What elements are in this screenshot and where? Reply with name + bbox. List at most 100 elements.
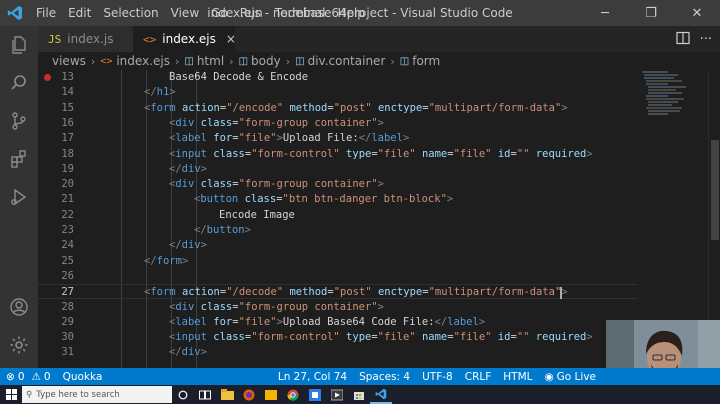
extensions-icon[interactable] <box>0 140 38 178</box>
restore-button[interactable]: ❐ <box>628 0 674 26</box>
code-text: </form> <box>144 254 189 267</box>
code-line[interactable]: 28 <div class="form-group container"> <box>38 300 720 315</box>
cursor-position[interactable]: Ln 27, Col 74 <box>272 371 353 383</box>
breadcrumb-label: html <box>196 54 225 68</box>
run-debug-icon[interactable] <box>0 178 38 216</box>
symbol-element-icon: ◫ <box>238 55 249 67</box>
breadcrumb-item[interactable]: ◫ form <box>400 54 440 68</box>
breadcrumb-item[interactable]: ◫ div.container <box>295 54 385 68</box>
go-live-label: Go Live <box>556 370 596 383</box>
line-number: 14 <box>61 86 74 99</box>
breakpoint-icon[interactable] <box>44 74 51 81</box>
chrome-icon[interactable] <box>282 385 304 404</box>
code-text: </button> <box>194 224 251 236</box>
menu-terminal[interactable]: Terminal <box>269 0 332 26</box>
text-cursor <box>560 287 562 300</box>
line-number: 24 <box>61 239 74 252</box>
menu-help[interactable]: Help <box>332 0 371 26</box>
file-explorer-icon[interactable] <box>216 385 238 404</box>
line-number: 22 <box>61 208 74 221</box>
code-line[interactable]: 15 <form action="/encode" method="post" e… <box>38 101 720 116</box>
code-line[interactable]: 21 <button class="btn btn-danger btn-bloc… <box>38 192 720 207</box>
code-line[interactable]: 26 <box>38 269 720 284</box>
code-text: </h1> <box>144 86 176 99</box>
line-number: 16 <box>61 116 74 129</box>
code-text: Encode Image <box>219 208 295 221</box>
indentation-label: Spaces: 4 <box>359 370 411 383</box>
split-editor-icon[interactable] <box>675 31 690 48</box>
code-text: <div class="form-group container"> <box>169 116 384 129</box>
media-app-icon[interactable] <box>326 385 348 404</box>
eol-label: CRLF <box>464 370 492 383</box>
code-line[interactable]: 24 </div> <box>38 238 720 253</box>
quokka-label: Quokka <box>62 370 103 383</box>
menu-view[interactable]: View <box>165 0 205 26</box>
code-line[interactable]: 14 </h1> <box>38 85 720 100</box>
problems-indicator[interactable]: ⊗ 0 ⚠ 0 <box>0 371 57 383</box>
taskbar-search-input[interactable]: ⚲ Type here to search <box>22 386 172 403</box>
code-line[interactable]: 16 <div class="form-group container"> <box>38 116 720 131</box>
source-control-icon[interactable] <box>0 102 38 140</box>
code-text: <div class="form-group container"> <box>169 300 384 313</box>
code-line[interactable]: 27 <form action="/decode" method="post" e… <box>38 284 720 300</box>
breadcrumb-item[interactable]: <> index.ejs <box>100 54 170 68</box>
menu-selection[interactable]: Selection <box>97 0 164 26</box>
search-icon[interactable] <box>0 64 38 102</box>
broadcast-icon: ◉ <box>544 370 554 383</box>
breadcrumb-label: body <box>251 54 281 68</box>
cursor-position-label: Ln 27, Col 74 <box>277 370 348 383</box>
account-icon[interactable] <box>0 288 38 326</box>
breadcrumb-separator-icon: › <box>229 54 234 68</box>
breadcrumb: views › <> index.ejs › ◫ html › ◫ body › ◫ div.conta… <box>38 52 720 70</box>
explorer-icon[interactable] <box>0 26 38 64</box>
code-text: <label for="file">Upload Base64 Code Fil… <box>169 315 486 328</box>
go-live-button[interactable]: ◉ Go Live <box>538 371 602 383</box>
menu-file[interactable]: File <box>30 0 62 26</box>
tab-index-js[interactable]: JS index.js <box>38 26 133 52</box>
start-windows-icon[interactable] <box>0 385 22 404</box>
line-number: 17 <box>61 132 74 145</box>
code-line[interactable]: 13 Base64 Decode & Encode <box>38 70 720 85</box>
code-line[interactable]: 19 </div> <box>38 162 720 177</box>
code-line[interactable]: 22 Encode Image <box>38 208 720 223</box>
vscode-logo-icon <box>0 0 30 26</box>
code-line[interactable]: 20 <div class="form-group container"> <box>38 177 720 192</box>
breadcrumb-item[interactable]: ◫ body <box>239 54 281 68</box>
code-text: <label for="file">Upload File:</label> <box>169 132 410 145</box>
code-text: Base64 Decode & Encode <box>169 71 309 83</box>
close-tab-icon[interactable]: × <box>226 32 236 46</box>
breadcrumb-item[interactable]: ◫ html <box>184 54 224 68</box>
firefox-icon[interactable] <box>238 385 260 404</box>
store-icon[interactable] <box>348 385 370 404</box>
code-line[interactable]: 17 <label for="file">Upload File:</label> <box>38 131 720 146</box>
folder-app-icon[interactable] <box>260 385 282 404</box>
menu-go[interactable]: Go <box>205 0 234 26</box>
cortana-icon[interactable] <box>172 385 194 404</box>
code-text: <div class="form-group container"> <box>169 178 384 191</box>
more-actions-icon[interactable]: ··· <box>700 32 712 47</box>
tab-index-ejs[interactable]: <> index.ejs × <box>133 26 236 52</box>
minimize-button[interactable]: ─ <box>582 0 628 26</box>
menu-edit[interactable]: Edit <box>62 0 97 26</box>
task-view-icon[interactable] <box>194 385 216 404</box>
code-line[interactable]: 25 </form> <box>38 254 720 269</box>
code-line[interactable]: 18 <input class="form-control" type="file… <box>38 147 720 162</box>
language-mode[interactable]: HTML <box>497 371 538 383</box>
settings-gear-icon[interactable] <box>0 326 38 364</box>
encoding-status[interactable]: UTF-8 <box>416 371 459 383</box>
line-number: 26 <box>61 269 74 282</box>
breadcrumb-item[interactable]: views <box>52 54 86 68</box>
vscode-taskbar-icon[interactable] <box>370 385 392 404</box>
indentation-status[interactable]: Spaces: 4 <box>353 371 416 383</box>
taskbar-search-icon: ⚲ <box>26 389 33 400</box>
window-controls: ─ ❐ ✕ <box>582 0 720 26</box>
line-number: 18 <box>61 147 74 160</box>
editor-tabs: JS index.js <> index.ejs × ··· <box>38 26 720 52</box>
eol-status[interactable]: CRLF <box>459 371 498 383</box>
scrollbar-thumb[interactable] <box>711 140 719 240</box>
close-window-button[interactable]: ✕ <box>674 0 720 26</box>
app-icon-blue[interactable] <box>304 385 326 404</box>
quokka-status[interactable]: Quokka <box>57 371 109 383</box>
menu-run[interactable]: Run <box>234 0 269 26</box>
code-line[interactable]: 23 </button> <box>38 223 720 238</box>
